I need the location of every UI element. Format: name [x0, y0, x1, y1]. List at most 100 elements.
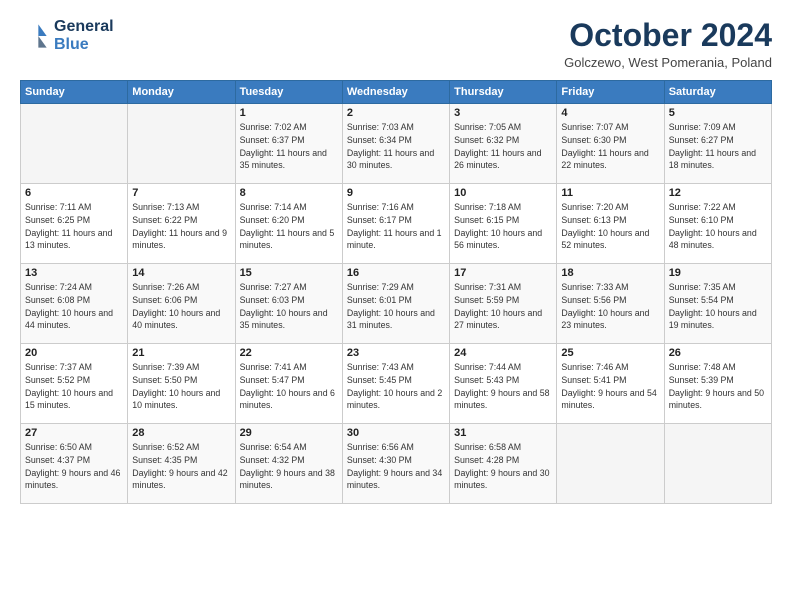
calendar-cell: 21 Sunrise: 7:39 AMSunset: 5:50 PMDayligh… — [128, 344, 235, 424]
calendar-cell: 10Sunrise: 7:18 AMSunset: 6:15 PMDayligh… — [450, 184, 557, 264]
day-number: 9 — [347, 187, 445, 199]
day-number: 15 — [240, 267, 338, 279]
weekday-header: Wednesday — [342, 81, 449, 104]
calendar-cell: 26 Sunrise: 7:48 AMSunset: 5:39 PMDayligh… — [664, 344, 771, 424]
day-number: 28 — [132, 427, 230, 439]
calendar-cell: 17 Sunrise: 7:31 AMSunset: 5:59 PMDayligh… — [450, 264, 557, 344]
calendar-cell: 12 Sunrise: 7:22 AMSunset: 6:10 PMDayligh… — [664, 184, 771, 264]
day-number: 24 — [454, 347, 552, 359]
day-number: 17 — [454, 267, 552, 279]
day-number: 3 — [454, 107, 552, 119]
day-number: 23 — [347, 347, 445, 359]
calendar-cell — [128, 104, 235, 184]
day-info: Sunrise: 7:39 AMSunset: 5:50 PMDaylight:… — [132, 361, 230, 412]
logo-line1: General — [54, 18, 114, 36]
day-number: 13 — [25, 267, 123, 279]
header: General Blue October 2024 Golczewo, West… — [20, 18, 772, 70]
day-number: 2 — [347, 107, 445, 119]
day-info: Sunrise: 7:24 AMSunset: 6:08 PMDaylight:… — [25, 281, 123, 332]
day-info: Sunrise: 7:29 AMSunset: 6:01 PMDaylight:… — [347, 281, 445, 332]
weekday-header: Tuesday — [235, 81, 342, 104]
day-info: Sunrise: 6:56 AMSunset: 4:30 PMDaylight:… — [347, 441, 445, 492]
calendar-cell: 5 Sunrise: 7:09 AMSunset: 6:27 PMDaylight… — [664, 104, 771, 184]
day-number: 10 — [454, 187, 552, 199]
calendar-cell: 7Sunrise: 7:13 AMSunset: 6:22 PMDaylight… — [128, 184, 235, 264]
day-number: 11 — [561, 187, 659, 199]
calendar-cell: 15 Sunrise: 7:27 AMSunset: 6:03 PMDayligh… — [235, 264, 342, 344]
weekday-header: Saturday — [664, 81, 771, 104]
day-number: 21 — [132, 347, 230, 359]
day-number: 30 — [347, 427, 445, 439]
day-info: Sunrise: 7:37 AMSunset: 5:52 PMDaylight:… — [25, 361, 123, 412]
day-info: Sunrise: 7:41 AMSunset: 5:47 PMDaylight:… — [240, 361, 338, 412]
calendar-cell: 23 Sunrise: 7:43 AMSunset: 5:45 PMDayligh… — [342, 344, 449, 424]
day-info: Sunrise: 7:44 AMSunset: 5:43 PMDaylight:… — [454, 361, 552, 412]
subtitle: Golczewo, West Pomerania, Poland — [564, 55, 772, 70]
weekday-header-row: SundayMondayTuesdayWednesdayThursdayFrid… — [21, 81, 772, 104]
calendar-cell: 20 Sunrise: 7:37 AMSunset: 5:52 PMDayligh… — [21, 344, 128, 424]
calendar-cell: 11Sunrise: 7:20 AMSunset: 6:13 PMDayligh… — [557, 184, 664, 264]
day-number: 22 — [240, 347, 338, 359]
weekday-header: Sunday — [21, 81, 128, 104]
day-info: Sunrise: 7:02 AMSunset: 6:37 PMDaylight:… — [240, 121, 338, 172]
day-info: Sunrise: 6:50 AMSunset: 4:37 PMDaylight:… — [25, 441, 123, 492]
day-info: Sunrise: 7:27 AMSunset: 6:03 PMDaylight:… — [240, 281, 338, 332]
day-number: 20 — [25, 347, 123, 359]
logo-icon — [20, 21, 50, 51]
day-number: 26 — [669, 347, 767, 359]
calendar-cell — [557, 424, 664, 504]
calendar-cell: 28 Sunrise: 6:52 AMSunset: 4:35 PMDayligh… — [128, 424, 235, 504]
day-number: 29 — [240, 427, 338, 439]
day-number: 27 — [25, 427, 123, 439]
day-info: Sunrise: 7:35 AMSunset: 5:54 PMDaylight:… — [669, 281, 767, 332]
day-info: Sunrise: 7:09 AMSunset: 6:27 PMDaylight:… — [669, 121, 767, 172]
day-number: 8 — [240, 187, 338, 199]
day-number: 16 — [347, 267, 445, 279]
day-info: Sunrise: 7:11 AMSunset: 6:25 PMDaylight:… — [25, 201, 123, 252]
day-number: 5 — [669, 107, 767, 119]
calendar-cell: 2 Sunrise: 7:03 AMSunset: 6:34 PMDaylight… — [342, 104, 449, 184]
title-block: October 2024 Golczewo, West Pomerania, P… — [564, 18, 772, 70]
calendar-week-row: 1 Sunrise: 7:02 AMSunset: 6:37 PMDaylight… — [21, 104, 772, 184]
day-number: 6 — [25, 187, 123, 199]
day-info: Sunrise: 7:48 AMSunset: 5:39 PMDaylight:… — [669, 361, 767, 412]
calendar-cell — [21, 104, 128, 184]
calendar-cell — [664, 424, 771, 504]
day-info: Sunrise: 6:52 AMSunset: 4:35 PMDaylight:… — [132, 441, 230, 492]
weekday-header: Monday — [128, 81, 235, 104]
day-info: Sunrise: 7:13 AMSunset: 6:22 PMDaylight:… — [132, 201, 230, 252]
day-number: 1 — [240, 107, 338, 119]
calendar-cell: 1 Sunrise: 7:02 AMSunset: 6:37 PMDaylight… — [235, 104, 342, 184]
calendar-cell: 27 Sunrise: 6:50 AMSunset: 4:37 PMDayligh… — [21, 424, 128, 504]
day-info: Sunrise: 7:31 AMSunset: 5:59 PMDaylight:… — [454, 281, 552, 332]
day-number: 12 — [669, 187, 767, 199]
calendar-cell: 19 Sunrise: 7:35 AMSunset: 5:54 PMDayligh… — [664, 264, 771, 344]
calendar-week-row: 6 Sunrise: 7:11 AMSunset: 6:25 PMDaylight… — [21, 184, 772, 264]
day-info: Sunrise: 7:43 AMSunset: 5:45 PMDaylight:… — [347, 361, 445, 412]
calendar-cell: 29Sunrise: 6:54 AMSunset: 4:32 PMDayligh… — [235, 424, 342, 504]
calendar-cell: 9Sunrise: 7:16 AMSunset: 6:17 PMDaylight… — [342, 184, 449, 264]
calendar-cell: 3 Sunrise: 7:05 AMSunset: 6:32 PMDaylight… — [450, 104, 557, 184]
day-info: Sunrise: 7:22 AMSunset: 6:10 PMDaylight:… — [669, 201, 767, 252]
day-info: Sunrise: 7:07 AMSunset: 6:30 PMDaylight:… — [561, 121, 659, 172]
logo: General Blue — [20, 18, 114, 53]
month-title: October 2024 — [564, 18, 772, 53]
calendar-table: SundayMondayTuesdayWednesdayThursdayFrid… — [20, 80, 772, 504]
logo-text: General Blue — [54, 18, 114, 53]
weekday-header: Friday — [557, 81, 664, 104]
calendar-week-row: 27 Sunrise: 6:50 AMSunset: 4:37 PMDayligh… — [21, 424, 772, 504]
calendar-cell: 18Sunrise: 7:33 AMSunset: 5:56 PMDayligh… — [557, 264, 664, 344]
calendar-cell: 16 Sunrise: 7:29 AMSunset: 6:01 PMDayligh… — [342, 264, 449, 344]
day-number: 19 — [669, 267, 767, 279]
day-info: Sunrise: 6:58 AMSunset: 4:28 PMDaylight:… — [454, 441, 552, 492]
day-number: 4 — [561, 107, 659, 119]
day-info: Sunrise: 7:03 AMSunset: 6:34 PMDaylight:… — [347, 121, 445, 172]
calendar-week-row: 13 Sunrise: 7:24 AMSunset: 6:08 PMDayligh… — [21, 264, 772, 344]
day-info: Sunrise: 7:05 AMSunset: 6:32 PMDaylight:… — [454, 121, 552, 172]
day-info: Sunrise: 7:26 AMSunset: 6:06 PMDaylight:… — [132, 281, 230, 332]
calendar-cell: 13 Sunrise: 7:24 AMSunset: 6:08 PMDayligh… — [21, 264, 128, 344]
calendar-week-row: 20 Sunrise: 7:37 AMSunset: 5:52 PMDayligh… — [21, 344, 772, 424]
day-number: 14 — [132, 267, 230, 279]
calendar-cell: 22 Sunrise: 7:41 AMSunset: 5:47 PMDayligh… — [235, 344, 342, 424]
day-number: 18 — [561, 267, 659, 279]
